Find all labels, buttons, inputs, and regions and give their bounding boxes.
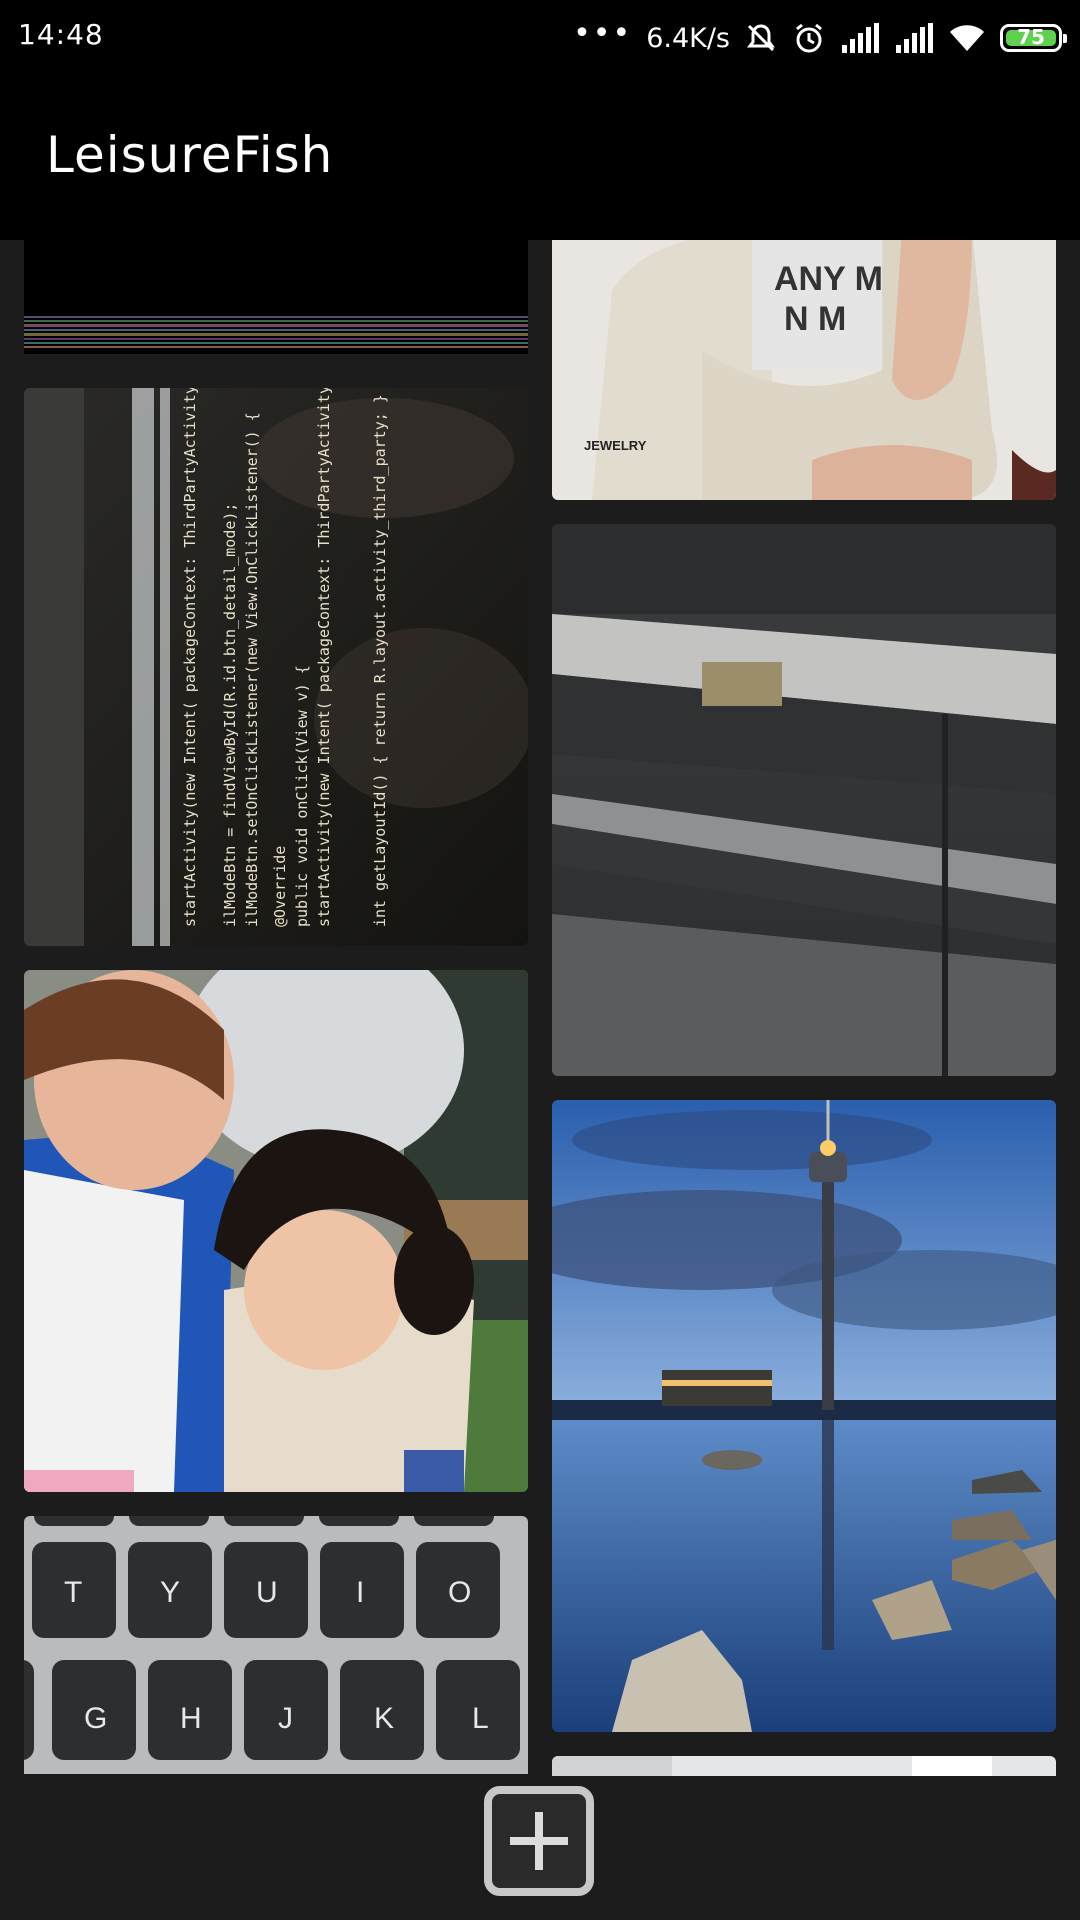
key-label: J: [278, 1702, 293, 1735]
macau-tower-photo[interactable]: [552, 1100, 1056, 1732]
mute-icon: [744, 21, 778, 55]
key-label: I: [356, 1576, 365, 1609]
jewelry-caption: JEWELRY: [584, 438, 647, 453]
jewelry-magazine-photo[interactable]: ANY ME N M JEWELRY: [552, 240, 1056, 500]
network-speed: 6.4K/s: [646, 22, 730, 54]
photo-grid[interactable]: startActivity(new Intent( packageContext…: [0, 240, 1080, 1776]
svg-text:ilModeBtn.setOnClickListener(n: ilModeBtn.setOnClickListener(new View.On…: [243, 412, 261, 927]
add-button[interactable]: [484, 1786, 594, 1896]
man-and-child-photo[interactable]: [24, 970, 528, 1492]
svg-text:int getLayoutId() { return R.l: int getLayoutId() { return R.layout.acti…: [371, 394, 389, 927]
keyboard-keys-bottom: G H J K L: [24, 1676, 528, 1736]
more-notifications-icon: •••: [573, 16, 633, 51]
key-label: H: [180, 1702, 202, 1735]
alarm-icon: [792, 21, 826, 55]
signal-icon: [894, 23, 934, 53]
bottom-bar: [0, 1776, 1080, 1920]
metal-rack-photo[interactable]: [552, 524, 1056, 1076]
svg-text:startActivity(new Intent( pack: startActivity(new Intent( packageContext…: [315, 388, 333, 927]
keyboard-photo[interactable]: T Y U I O G H J K L: [24, 1516, 528, 1774]
svg-text:@Override: @Override: [271, 846, 289, 927]
battery-indicator: 75: [1000, 24, 1067, 52]
key-label: K: [374, 1702, 395, 1735]
battery-level: 75: [1017, 25, 1045, 49]
key-label: Y: [160, 1576, 181, 1609]
key-label: G: [84, 1702, 108, 1735]
svg-text:N M: N M: [784, 300, 846, 338]
wifi-icon: [948, 23, 986, 53]
svg-text:startActivity(new Intent( pack: startActivity(new Intent( packageContext…: [181, 388, 199, 927]
keyboard-keys-top: T Y U I O: [24, 1556, 528, 1616]
key-label: U: [256, 1576, 278, 1609]
svg-text:public void onClick(View v) {: public void onClick(View v) {: [293, 665, 311, 927]
status-time: 14:48: [18, 18, 104, 51]
status-icons: ••• 6.4K/s 75: [573, 16, 1067, 60]
svg-text:ilModeBtn = findViewById(R.id.: ilModeBtn = findViewById(R.id.btn_detail…: [221, 503, 239, 927]
app-bar: LeisureFish: [0, 76, 1080, 240]
key-label: O: [448, 1576, 472, 1609]
partial-photo[interactable]: [552, 1756, 1056, 1776]
code-screen-photo[interactable]: startActivity(new Intent( packageContext…: [24, 388, 528, 946]
signal-icon: [840, 23, 880, 53]
status-bar: 14:48 ••• 6.4K/s 75: [0, 0, 1080, 76]
key-label: T: [64, 1576, 83, 1609]
glitched-dark-photo[interactable]: [24, 240, 528, 354]
key-label: L: [472, 1702, 489, 1735]
app-title: LeisureFish: [46, 126, 334, 184]
